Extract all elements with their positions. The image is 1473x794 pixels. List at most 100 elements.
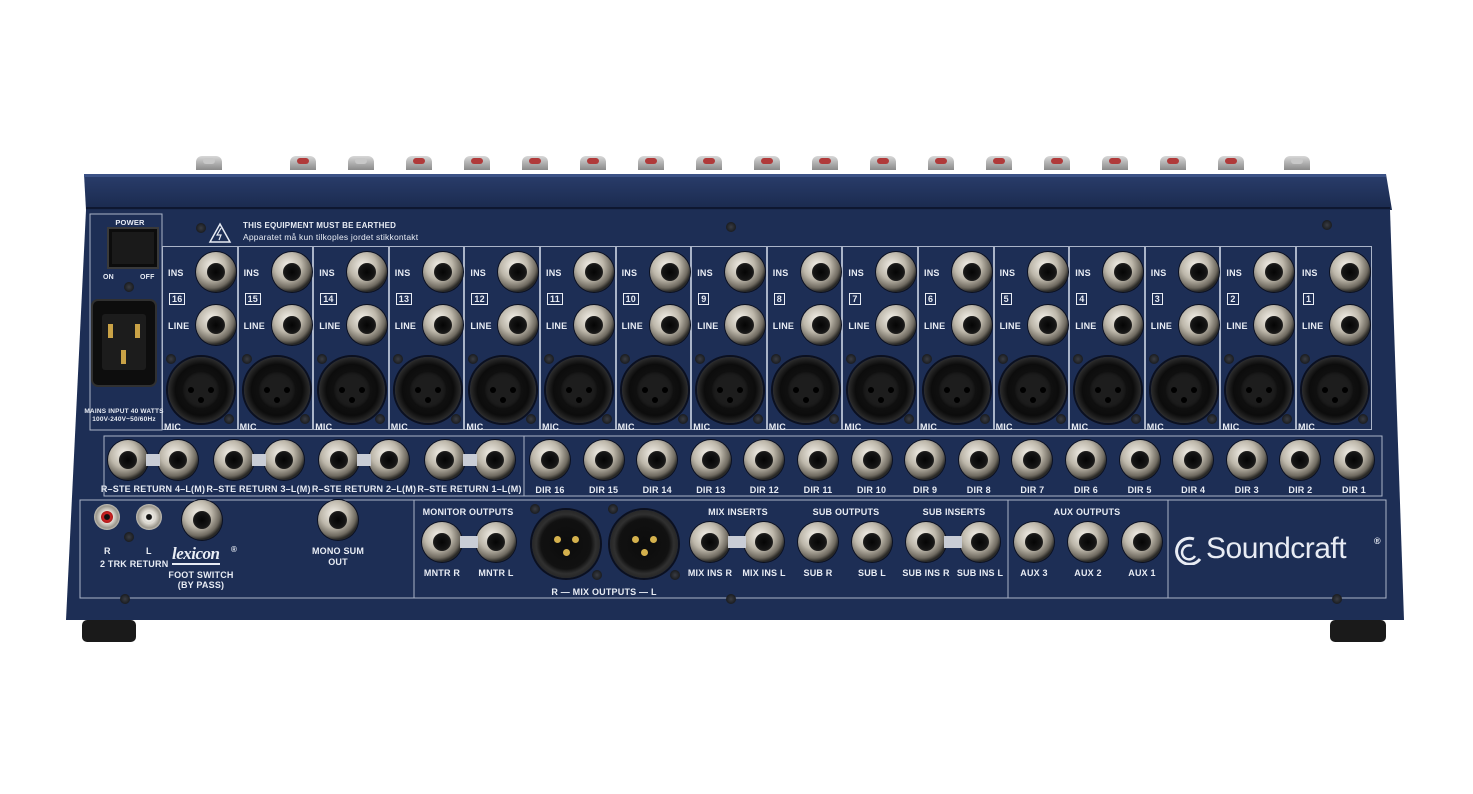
ins-jack[interactable] (1027, 252, 1068, 292)
mic-xlr[interactable] (999, 357, 1066, 423)
direct-out-jack[interactable] (1334, 440, 1374, 480)
ins-jack[interactable] (1330, 252, 1370, 292)
line-jack[interactable] (271, 305, 312, 345)
return-r-jack[interactable] (369, 440, 409, 480)
line-label: LINE (394, 321, 417, 331)
direct-out-jack[interactable] (1173, 440, 1214, 480)
direct-out-jack[interactable] (1226, 440, 1267, 480)
mono-sum-jack[interactable] (318, 500, 358, 540)
mic-xlr[interactable] (1226, 357, 1293, 423)
mic-xlr[interactable] (243, 357, 310, 423)
direct-out-jack[interactable] (690, 440, 731, 480)
mic-xlr[interactable] (924, 357, 990, 423)
mic-xlr[interactable] (1150, 357, 1217, 423)
sub-l-jack[interactable] (852, 522, 892, 562)
direct-out-jack[interactable] (583, 440, 624, 480)
ins-jack[interactable] (800, 252, 841, 292)
direct-out-jack[interactable] (958, 440, 999, 480)
return-r-jack[interactable] (474, 440, 515, 480)
mic-label: MIC (844, 422, 862, 432)
ins-jack[interactable] (574, 252, 614, 292)
direct-out-jack[interactable] (637, 440, 678, 480)
footswitch-jack[interactable] (182, 500, 222, 540)
sub-insert-l-jack[interactable] (960, 522, 1000, 562)
line-label: LINE (621, 321, 643, 331)
channel-number: 6 (925, 293, 937, 305)
return-l-jack[interactable] (108, 440, 148, 480)
return-l-jack[interactable] (319, 440, 359, 480)
rca-2trk-r[interactable] (94, 504, 120, 530)
ins-jack[interactable] (271, 252, 312, 292)
direct-label: DIR 15 (588, 485, 619, 495)
mix-insert-r-label: MIX INS R (687, 568, 733, 578)
line-jack[interactable] (422, 305, 463, 345)
ins-jack[interactable] (347, 252, 388, 292)
direct-out-jack[interactable] (798, 440, 838, 480)
line-jack[interactable] (1027, 305, 1068, 345)
line-jack[interactable] (1178, 305, 1219, 345)
mix-output-l-xlr[interactable] (610, 510, 678, 578)
line-jack[interactable] (1103, 305, 1144, 345)
ins-jack[interactable] (649, 252, 690, 292)
ins-jack[interactable] (725, 252, 766, 292)
return-l-jack[interactable] (424, 440, 465, 480)
mic-xlr[interactable] (772, 357, 839, 423)
rca-2trk-l[interactable] (136, 504, 162, 530)
line-jack[interactable] (574, 305, 614, 345)
monitor-l-jack[interactable] (476, 522, 516, 562)
ins-jack[interactable] (196, 252, 236, 292)
mic-xlr[interactable] (621, 357, 688, 423)
mix-insert-r-jack[interactable] (690, 522, 730, 562)
sub-r-label: SUB R (803, 568, 833, 578)
line-jack[interactable] (649, 305, 690, 345)
line-jack[interactable] (725, 305, 766, 345)
stereo-pair-bar (251, 454, 266, 466)
mic-xlr[interactable] (848, 357, 915, 423)
return-r-jack[interactable] (158, 440, 198, 480)
sub-r-jack[interactable] (798, 522, 838, 562)
aux-1-jack[interactable] (1122, 522, 1162, 562)
mix-outputs-label: R — MIX OUTPUTS — L (551, 587, 657, 597)
aux-3-jack[interactable] (1014, 522, 1054, 562)
mic-label: MIC (164, 422, 182, 432)
stereo-pair-bar (462, 454, 477, 466)
line-label: LINE (924, 321, 946, 331)
ins-jack[interactable] (952, 252, 992, 292)
mic-xlr[interactable] (697, 357, 764, 423)
line-jack[interactable] (800, 305, 841, 345)
mic-label: MIC (315, 422, 333, 432)
mic-xlr[interactable] (546, 357, 612, 423)
direct-label: DIR 12 (749, 485, 779, 495)
mic-xlr[interactable] (394, 357, 461, 423)
ins-label: INS (1150, 268, 1167, 278)
line-jack[interactable] (952, 305, 992, 345)
direct-label: DIR 3 (1234, 485, 1259, 495)
line-jack[interactable] (1330, 305, 1370, 345)
direct-out-jack[interactable] (1066, 440, 1106, 480)
ins-label: INS (168, 268, 184, 278)
ins-label: INS (999, 268, 1016, 278)
mic-xlr[interactable] (1302, 357, 1368, 423)
mix-output-r-xlr[interactable] (532, 510, 600, 578)
mic-xlr[interactable] (1075, 357, 1142, 423)
mic-xlr[interactable] (319, 357, 386, 423)
mic-xlr[interactable] (470, 357, 537, 423)
ins-jack[interactable] (1178, 252, 1219, 292)
mic-xlr[interactable] (168, 357, 234, 423)
sub-insert-r-jack[interactable] (906, 522, 946, 562)
stereo-pair-bar (944, 536, 962, 548)
direct-out-jack[interactable] (905, 440, 946, 480)
aux-2-jack[interactable] (1068, 522, 1108, 562)
return-l-jack[interactable] (213, 440, 254, 480)
mix-insert-l-jack[interactable] (744, 522, 784, 562)
return-r-jack[interactable] (263, 440, 304, 480)
direct-out-jack[interactable] (851, 440, 892, 480)
direct-out-jack[interactable] (530, 440, 570, 480)
line-jack[interactable] (196, 305, 236, 345)
ins-jack[interactable] (1103, 252, 1144, 292)
monitor-r-jack[interactable] (422, 522, 462, 562)
direct-out-jack[interactable] (1119, 440, 1160, 480)
monitor-outputs-title: MONITOR OUTPUTS (422, 507, 514, 517)
ins-jack[interactable] (422, 252, 463, 292)
line-jack[interactable] (347, 305, 388, 345)
